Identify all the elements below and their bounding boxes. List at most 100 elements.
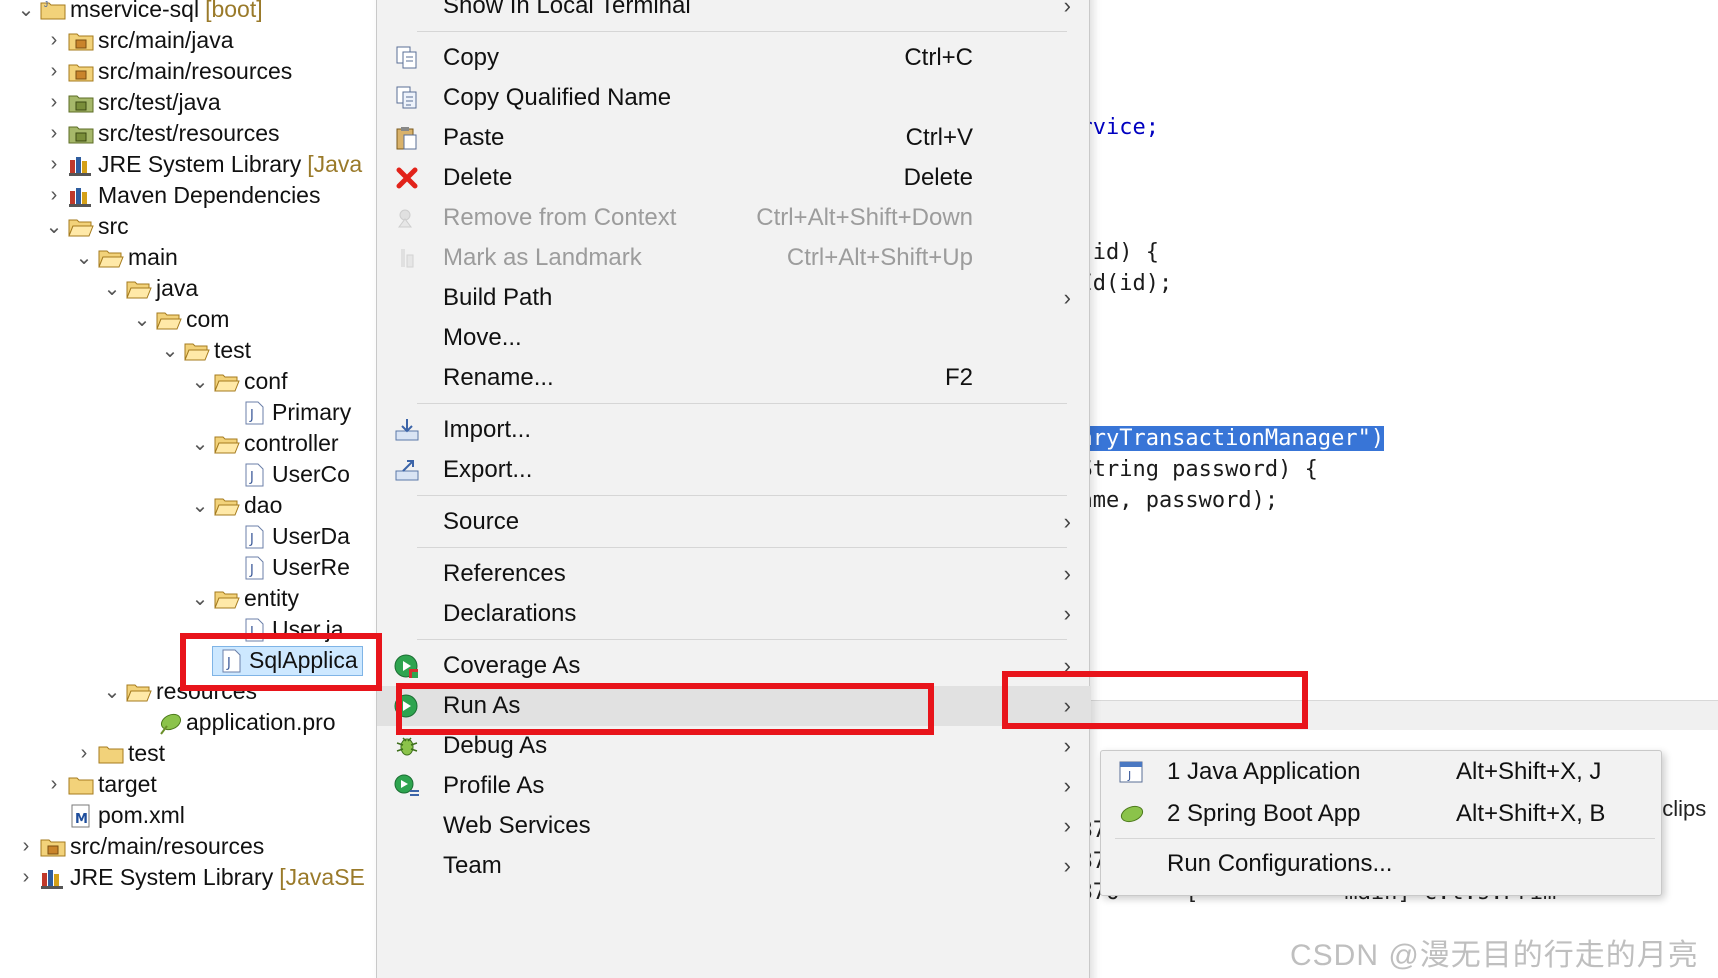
tree-item[interactable]: J UserCo — [216, 459, 350, 490]
menu-icon-placeholder — [391, 0, 423, 22]
menu-item-coverage-as[interactable]: Coverage As › — [377, 646, 1091, 686]
chevron-down-icon[interactable]: ⌄ — [14, 0, 38, 22]
menu-item-delete[interactable]: Delete Delete — [377, 158, 1091, 198]
chevron-down-icon[interactable]: ⌄ — [158, 339, 182, 363]
chevron-right-icon[interactable]: › — [14, 835, 38, 859]
submenu-item-2-spring-boot-app[interactable]: 2 Spring Boot App Alt+Shift+X, B — [1101, 793, 1661, 835]
tree-item[interactable]: ⌄ controller — [188, 428, 339, 459]
chevron-down-icon[interactable]: ⌄ — [130, 308, 154, 332]
menu-item-build-path[interactable]: Build Path › — [377, 278, 1091, 318]
menu-item-import[interactable]: Import... — [377, 410, 1091, 450]
code-editor[interactable]: ){userService;( Long id) {findById(id);(… — [1000, 0, 1718, 700]
paste-icon — [391, 122, 423, 154]
tree-item[interactable]: › JRE System Library [JavaSE — [14, 862, 365, 893]
menu-item-label: Team — [443, 852, 502, 879]
menu-item-run-as[interactable]: Run As › — [377, 686, 1091, 726]
tree-item[interactable]: J UserDa — [216, 521, 350, 552]
tree-item-label: User.ja — [272, 616, 344, 642]
tree-item-label: pom.xml — [98, 802, 185, 828]
menu-item-shortcut: Ctrl+Alt+Shift+Down — [756, 204, 973, 231]
chevron-right-icon[interactable]: › — [42, 153, 66, 177]
tree-item[interactable]: ⌄ conf — [188, 366, 288, 397]
chevron-right-icon[interactable]: › — [42, 184, 66, 208]
menu-item-debug-as[interactable]: Debug As › — [377, 726, 1091, 766]
folder-open-icon — [182, 337, 212, 365]
tree-item[interactable]: › JRE System Library [Java — [42, 149, 363, 180]
tree-item-content: com — [154, 306, 229, 334]
chevron-right-icon[interactable]: › — [42, 29, 66, 53]
tree-item[interactable]: › src/test/resources — [42, 118, 280, 149]
tree-item[interactable]: ⌄ java — [100, 273, 199, 304]
tree-item[interactable]: ⌄ Jmservice-sql [boot] — [14, 0, 263, 25]
tree-item[interactable]: ⌄ dao — [188, 490, 283, 521]
menu-item-profile-as[interactable]: Profile As › — [377, 766, 1091, 806]
tree-item[interactable]: › src/main/resources — [42, 56, 293, 87]
chevron-right-icon[interactable]: › — [42, 60, 66, 84]
tree-item[interactable]: J Primary — [216, 397, 351, 428]
tree-item-content: J SqlApplica — [212, 645, 363, 676]
menu-item-rename[interactable]: Rename... F2 — [377, 358, 1091, 398]
menu-item-export[interactable]: Export... — [377, 450, 1091, 490]
tree-item-label: target — [98, 771, 157, 797]
menu-item-source[interactable]: Source › — [377, 502, 1091, 542]
chevron-down-icon[interactable]: ⌄ — [100, 277, 124, 301]
tree-item[interactable]: ⌄ resources — [100, 676, 257, 707]
tree-item[interactable]: ⌄ main — [72, 242, 178, 273]
tree-item[interactable]: ⌄ entity — [188, 583, 299, 614]
tree-item[interactable]: ⌄ test — [158, 335, 251, 366]
tree-item-content: resources — [124, 678, 257, 706]
tree-item[interactable]: › target — [42, 769, 157, 800]
chevron-down-icon[interactable]: ⌄ — [188, 370, 212, 394]
tree-item-label: UserRe — [272, 554, 350, 580]
submenu-item-1-java-application[interactable]: J 1 Java Application Alt+Shift+X, J — [1101, 751, 1661, 793]
chevron-right-icon[interactable]: › — [72, 742, 96, 766]
tree-item-label: SqlApplica — [249, 647, 358, 673]
submenu-item-run-configurations[interactable]: Run Configurations... — [1101, 843, 1661, 885]
tree-item-content: Jmservice-sql [boot] — [38, 0, 263, 24]
menu-item-web-services[interactable]: Web Services › — [377, 806, 1091, 846]
menu-item-paste[interactable]: Paste Ctrl+V — [377, 118, 1091, 158]
tree-item[interactable]: › src/main/resources — [14, 831, 265, 862]
editor-console-divider[interactable] — [1000, 700, 1718, 730]
tree-item[interactable]: ⌄ com — [130, 304, 230, 335]
tree-item[interactable]: › src/main/java — [42, 25, 234, 56]
chevron-down-icon[interactable]: ⌄ — [188, 587, 212, 611]
chevron-down-icon[interactable]: ⌄ — [188, 432, 212, 456]
chevron-down-icon[interactable]: ⌄ — [42, 215, 66, 239]
run-as-submenu: J 1 Java Application Alt+Shift+X, J 2 Sprin… — [1100, 750, 1662, 896]
folder-open-icon — [96, 244, 126, 272]
tree-item[interactable]: application.pro — [130, 707, 336, 738]
tree-item[interactable]: ⌄ src — [42, 211, 129, 242]
menu-item-copy[interactable]: Copy Ctrl+C — [377, 38, 1091, 78]
tree-item-content: test — [182, 337, 251, 365]
tree-item[interactable]: › src/test/java — [42, 87, 221, 118]
menu-item-copy-qualified-name[interactable]: Copy Qualified Name — [377, 78, 1091, 118]
chevron-down-icon[interactable]: ⌄ — [188, 494, 212, 518]
chevron-right-icon[interactable]: › — [42, 122, 66, 146]
delete-icon — [391, 162, 423, 194]
menu-item-references[interactable]: References › — [377, 554, 1091, 594]
tree-item[interactable]: J User.ja — [216, 614, 344, 645]
chevron-down-icon[interactable]: ⌄ — [100, 680, 124, 704]
menu-item-show-in-local-terminal[interactable]: Show In Local Terminal › — [377, 0, 1091, 26]
tree-item[interactable]: Mpom.xml — [42, 800, 185, 831]
tree-item-content: src/test/java — [66, 89, 221, 117]
chevron-right-icon[interactable]: › — [14, 866, 38, 890]
chevron-right-icon[interactable]: › — [42, 773, 66, 797]
spring-properties-icon — [154, 709, 184, 737]
menu-item-label: Web Services — [443, 812, 591, 839]
tree-item-label: java — [156, 275, 199, 301]
chevron-right-icon[interactable]: › — [42, 91, 66, 115]
folder-open-icon — [212, 585, 242, 613]
tree-item[interactable]: › test — [72, 738, 165, 769]
tree-item[interactable]: J SqlApplica — [188, 645, 363, 676]
folder-open-icon — [212, 492, 242, 520]
chevron-down-icon[interactable]: ⌄ — [72, 246, 96, 270]
tree-item[interactable]: › Maven Dependencies — [42, 180, 321, 211]
menu-item-declarations[interactable]: Declarations › — [377, 594, 1091, 634]
menu-item-team[interactable]: Team › — [377, 846, 1091, 886]
tree-item[interactable]: J UserRe — [216, 552, 350, 583]
menu-item-move[interactable]: Move... — [377, 318, 1091, 358]
tree-item-label: test — [128, 740, 166, 766]
